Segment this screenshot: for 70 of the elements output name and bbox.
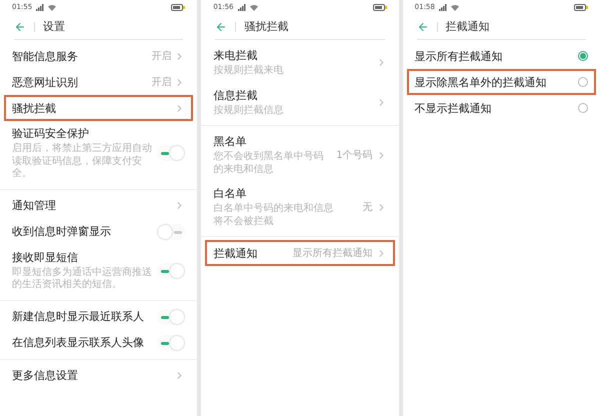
settings-item[interactable]: 更多信息设置 — [4, 362, 194, 388]
item-title: 在信息列表显示联系人头像 — [12, 335, 144, 350]
page-title: 骚扰拦截 — [244, 19, 288, 34]
item-title: 骚扰拦截 — [12, 100, 56, 116]
item-title: 白名单 — [213, 186, 248, 201]
toggle-switch[interactable] — [157, 262, 186, 278]
radio-button[interactable] — [578, 51, 588, 61]
back-icon[interactable] — [416, 20, 429, 32]
item-value: 开启 — [151, 76, 172, 89]
item-title: 新建信息时显示最近联系人 — [12, 309, 144, 324]
wifi-icon — [48, 4, 56, 10]
signal-icon — [438, 4, 447, 10]
settings-item[interactable]: 信息拦截 按规则拦截信息 — [205, 82, 395, 122]
settings-item[interactable]: 在信息列表显示联系人头像 — [4, 330, 194, 356]
settings-item[interactable]: 验证码安全保护 启用后，将禁止第三方应用自动读取验证码信息，保障支付安全。 — [4, 121, 194, 186]
radio-button[interactable] — [578, 77, 588, 87]
item-title: 显示除黑名单外的拦截通知 — [414, 74, 547, 90]
item-title: 拦截通知 — [213, 246, 258, 260]
settings-item[interactable]: 骚扰拦截 — [4, 95, 194, 121]
battery-icon — [574, 4, 588, 10]
item-title: 黑名单 — [213, 134, 248, 149]
back-icon[interactable] — [14, 20, 26, 32]
settings-item[interactable]: 黑名单 您不会收到黑名单中号码的来电和信息 1个号码 — [205, 129, 395, 181]
wifi-icon — [450, 4, 459, 10]
page-title: 拦截通知 — [446, 19, 490, 34]
item-value: 显示所有拦截通知 — [292, 246, 373, 260]
item-description: 按规则拦截来电 — [213, 65, 284, 78]
settings-item[interactable]: 恶意网址识别 开启 — [4, 69, 194, 95]
item-title: 显示所有拦截通知 — [414, 48, 503, 64]
settings-item[interactable]: 拦截通知 显示所有拦截通知 — [205, 240, 395, 266]
toggle-switch[interactable] — [157, 224, 186, 240]
toggle-switch[interactable] — [157, 334, 186, 350]
item-value: 开启 — [151, 50, 172, 63]
radio-button[interactable] — [578, 103, 588, 113]
toggle-switch[interactable] — [157, 145, 186, 162]
item-title: 不显示拦截通知 — [414, 100, 492, 116]
item-title: 通知管理 — [12, 198, 56, 213]
item-description: 即显短信多为通话中运营商推送的生活资讯相关的短信。 — [12, 266, 152, 292]
settings-item[interactable]: 新建信息时显示最近联系人 — [4, 304, 194, 330]
signal-icon — [36, 4, 44, 10]
item-description: 白名单中号码的来电和信息将不会被拦截 — [213, 203, 334, 228]
page-title: 设置 — [43, 19, 65, 34]
battery-icon — [171, 4, 186, 10]
item-title: 更多信息设置 — [12, 368, 78, 383]
item-value: 1个号码 — [336, 149, 373, 162]
settings-item[interactable]: 显示所有拦截通知 — [406, 43, 596, 69]
settings-item[interactable]: 收到信息时弹窗显示 — [4, 218, 194, 244]
battery-icon — [372, 4, 387, 10]
item-title: 来电拦截 — [213, 48, 258, 63]
settings-item[interactable]: 通知管理 — [4, 192, 194, 218]
settings-item[interactable]: 不显示拦截通知 — [406, 95, 596, 121]
item-title: 验证码安全保护 — [12, 126, 90, 141]
item-title: 信息拦截 — [213, 88, 258, 102]
item-value: 无 — [362, 201, 373, 214]
item-title: 接收即显短信 — [12, 250, 79, 264]
item-title: 收到信息时弹窗显示 — [12, 224, 111, 239]
toggle-switch[interactable] — [157, 308, 186, 324]
settings-item[interactable]: 显示除黑名单外的拦截通知 — [406, 69, 596, 95]
item-description: 您不会收到黑名单中号码的来电和信息 — [213, 151, 324, 176]
item-description: 启用后，将禁止第三方应用自动读取验证码信息，保障支付安全。 — [12, 143, 152, 180]
settings-item[interactable]: 智能信息服务 开启 — [4, 43, 194, 69]
item-title: 恶意网址识别 — [12, 74, 78, 90]
signal-icon — [238, 4, 246, 10]
back-icon[interactable] — [215, 20, 228, 32]
item-title: 智能信息服务 — [12, 48, 78, 64]
wifi-icon — [250, 4, 258, 10]
settings-item[interactable]: 接收即显短信 即显短信多为通话中运营商推送的生活资讯相关的短信。 — [4, 244, 194, 296]
settings-item[interactable]: 来电拦截 按规则拦截来电 — [205, 43, 395, 82]
item-description: 按规则拦截信息 — [213, 104, 284, 117]
settings-item[interactable]: 白名单 白名单中号码的来电和信息将不会被拦截 无 — [205, 181, 395, 233]
